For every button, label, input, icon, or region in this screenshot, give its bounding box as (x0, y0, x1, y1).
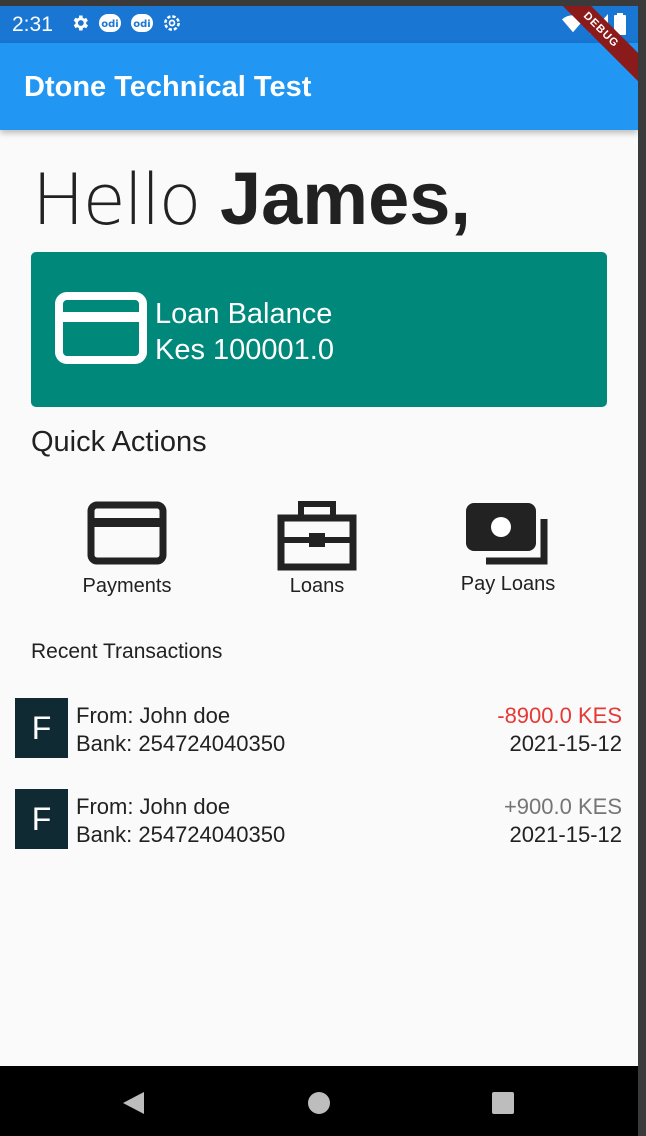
greeting-name: James, (220, 157, 471, 240)
status-icons-left: odi odi (70, 13, 182, 33)
pay-loans-label: Pay Loans (460, 573, 556, 595)
greeting: Hello James, (32, 156, 471, 241)
svg-text:odi: odi (101, 19, 118, 30)
pay-loans-action[interactable]: Pay Loans (423, 501, 593, 596)
transaction-details: +900.0 KES 2021-15-12 (504, 793, 622, 849)
transaction-avatar: F (15, 789, 68, 849)
phone-screen: 2:31 odi odi DEBUG Dtone Technical Test … (0, 6, 638, 1136)
credit-card-icon (87, 501, 167, 565)
transaction-row[interactable]: F From: John doe Bank: 254724040350 -890… (15, 698, 625, 758)
money-icon (466, 503, 548, 565)
quick-actions-title: Quick Actions (31, 426, 207, 458)
settings-icon (164, 15, 180, 31)
greeting-hello: Hello (32, 159, 201, 241)
status-bar: 2:31 odi odi (0, 6, 638, 43)
transaction-info: From: John doe Bank: 254724040350 (76, 793, 285, 849)
transaction-date: 2021-15-12 (509, 731, 622, 756)
transaction-bank: Bank: 254724040350 (76, 731, 286, 756)
transaction-row[interactable]: F From: John doe Bank: 254724040350 +900… (15, 789, 625, 849)
loan-balance-amount: Kes 100001.0 (155, 334, 334, 366)
transaction-bank: Bank: 254724040350 (76, 822, 286, 847)
navigation-bar (0, 1066, 638, 1136)
back-icon[interactable] (120, 1090, 146, 1116)
odi-icon: odi (99, 14, 121, 32)
payments-action[interactable]: Payments (42, 501, 212, 598)
loan-balance-label: Loan Balance (155, 298, 333, 330)
loans-action[interactable]: Loans (232, 501, 402, 598)
odi-icon: odi (131, 14, 153, 32)
app-title: Dtone Technical Test (24, 71, 312, 103)
recent-transactions-title: Recent Transactions (31, 640, 223, 663)
transaction-info: From: John doe Bank: 254724040350 (76, 702, 285, 758)
loan-balance-card[interactable]: Loan Balance Kes 100001.0 (31, 252, 607, 407)
transaction-amount: -8900.0 KES (497, 703, 622, 728)
home-icon[interactable] (306, 1090, 332, 1116)
transaction-from: From: John doe (76, 703, 231, 728)
credit-card-icon (55, 292, 147, 364)
transaction-avatar: F (15, 698, 68, 758)
transaction-date: 2021-15-12 (509, 822, 622, 847)
svg-text:odi: odi (133, 19, 150, 30)
briefcase-icon (277, 501, 357, 571)
loans-label: Loans (289, 575, 345, 597)
status-time: 2:31 (12, 13, 53, 36)
gear-icon (73, 15, 88, 31)
loan-card-text: Loan Balance Kes 100001.0 (155, 296, 334, 368)
app-bar: Dtone Technical Test (0, 43, 638, 130)
recents-icon[interactable] (490, 1090, 516, 1116)
payments-label: Payments (82, 575, 172, 597)
transaction-amount: +900.0 KES (503, 794, 622, 819)
transaction-from: From: John doe (76, 794, 231, 819)
transaction-details: -8900.0 KES 2021-15-12 (497, 702, 622, 758)
